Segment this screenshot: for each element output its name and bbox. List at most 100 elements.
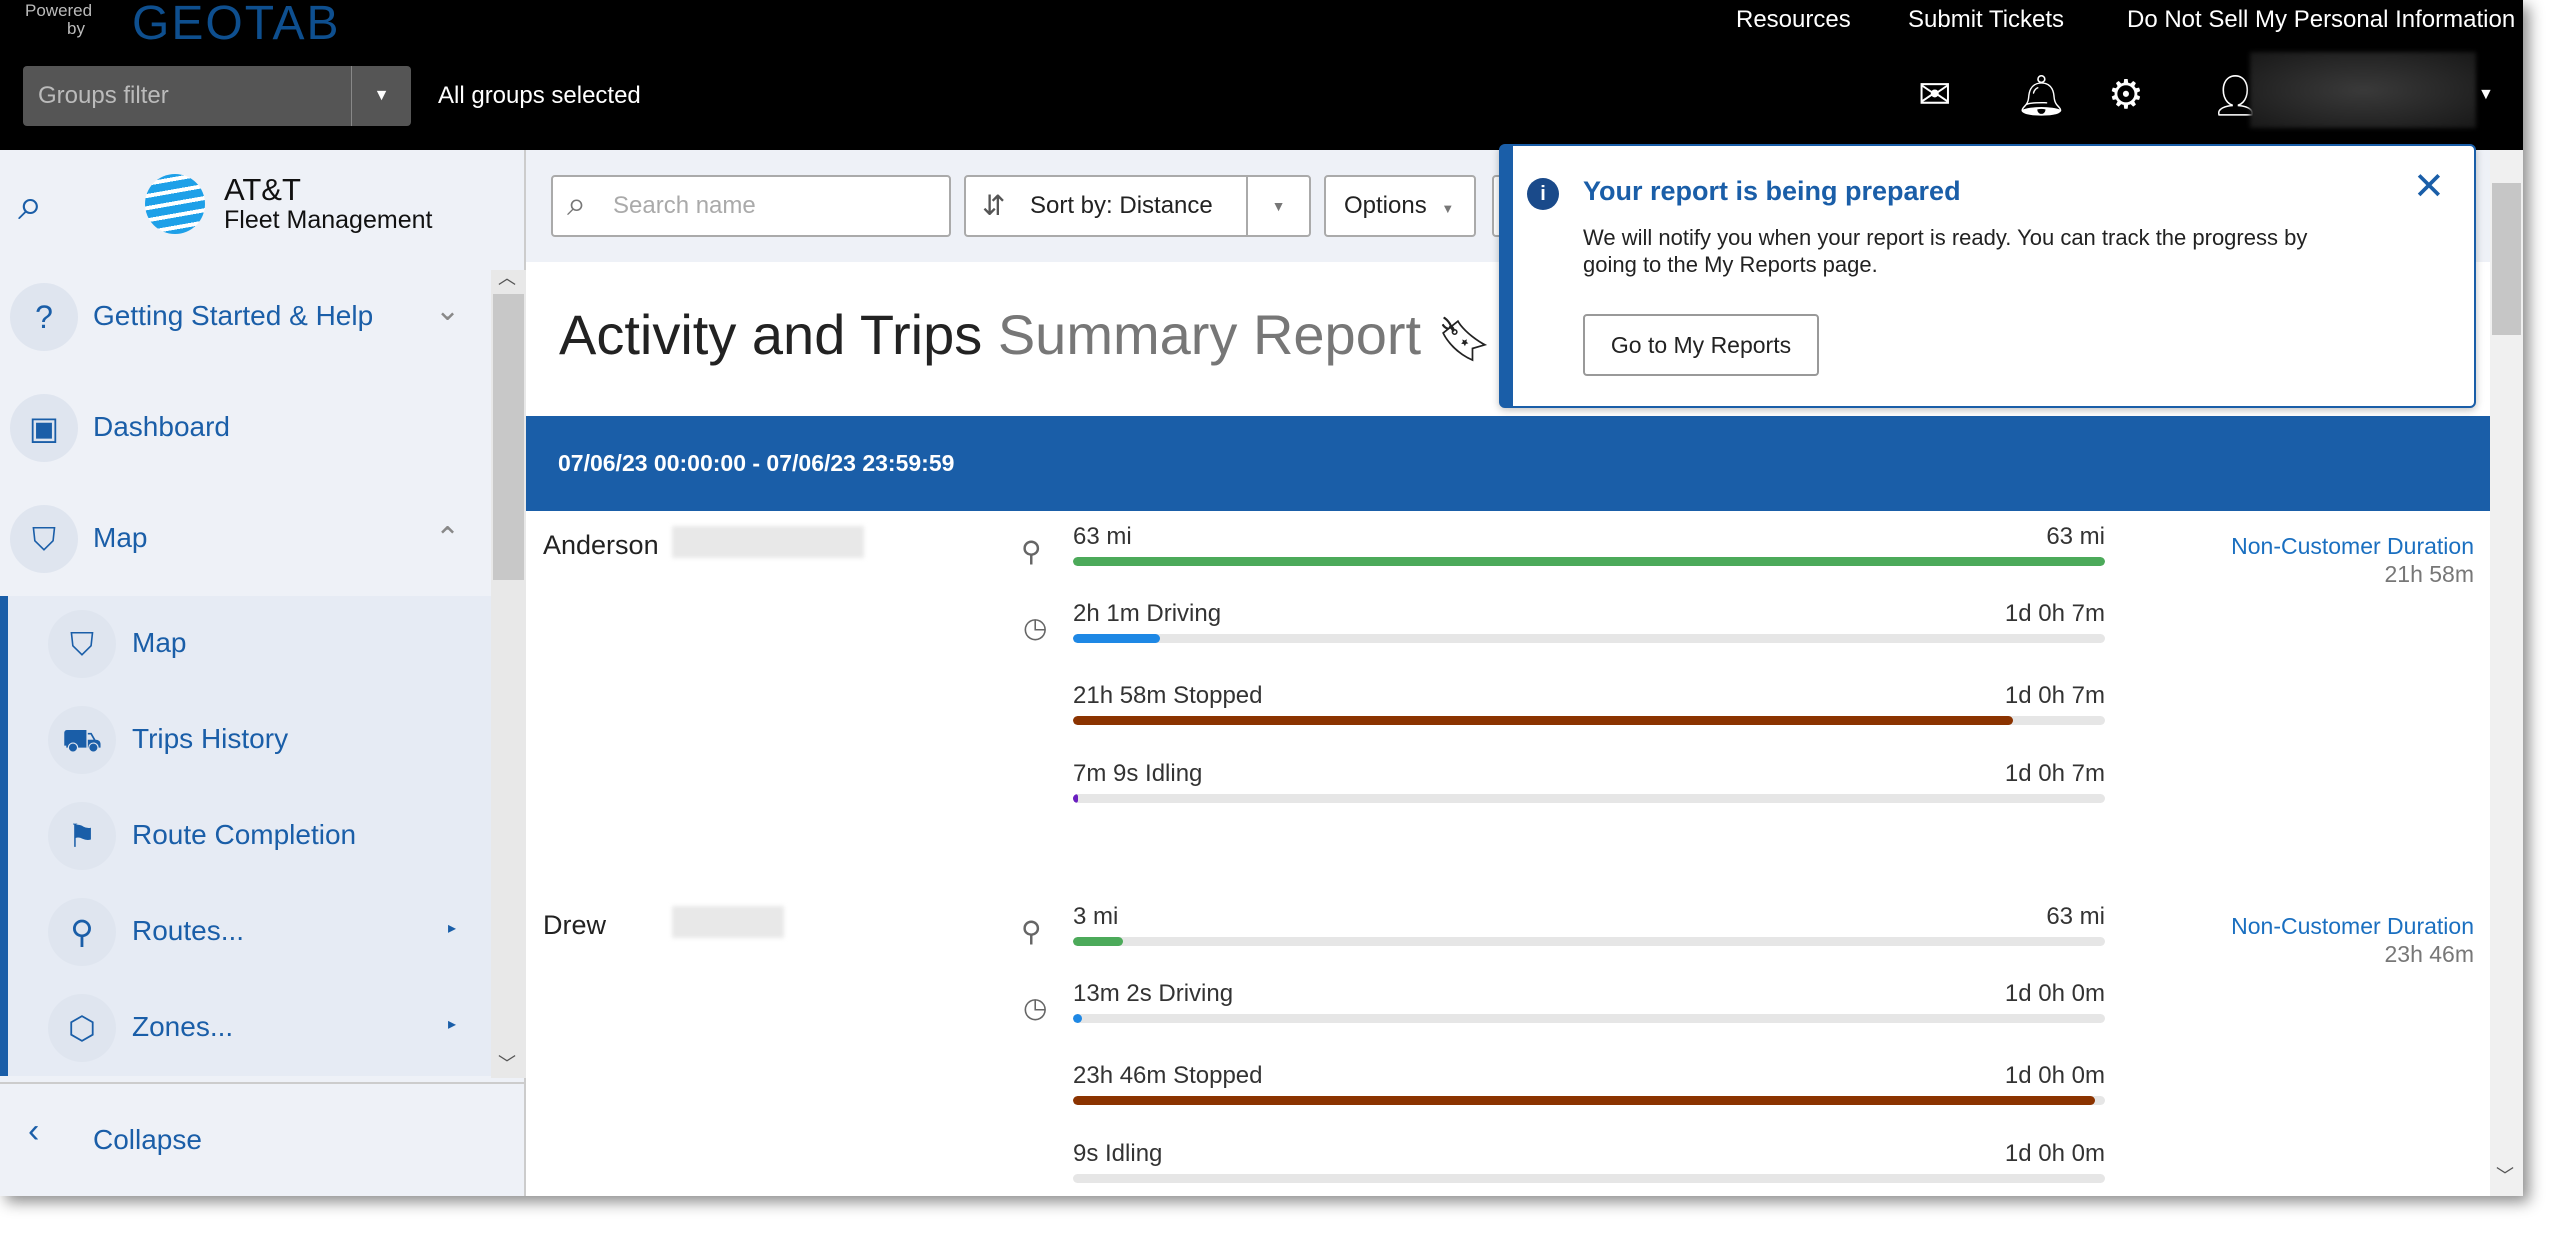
resources-link[interactable]: Resources xyxy=(1736,6,1851,34)
app-window: Powered by GEOTAB Resources Submit Ticke… xyxy=(0,0,2523,1196)
go-to-my-reports-button[interactable]: Go to My Reports xyxy=(1583,314,1819,376)
sidebar-subitem-routes[interactable]: ⚲ Routes... ▸ xyxy=(48,898,478,966)
scroll-down-icon[interactable]: ﹀ xyxy=(498,1050,516,1076)
metric-bar-track xyxy=(1073,634,2105,643)
metric-label: 9s Idling xyxy=(1073,1140,1163,1167)
metric-label: 3 mi xyxy=(1073,903,1119,930)
date-range-banner: 07/06/23 00:00:00 - 07/06/23 23:59:59 xyxy=(526,416,2490,511)
search-icon[interactable]: ⌕ xyxy=(18,180,43,230)
chevron-right-icon: ▸ xyxy=(448,1016,457,1033)
sidebar-item-map[interactable]: ⛉ Map ⌃ xyxy=(10,505,480,573)
sidebar-item-label: Dashboard xyxy=(93,411,230,442)
metric-bar-track xyxy=(1073,937,2105,946)
driver-name: Drew xyxy=(543,910,607,940)
sidebar-item-label: Getting Started & Help xyxy=(93,300,374,331)
driver-name-redacted xyxy=(672,906,784,938)
main-scroll-thumb[interactable] xyxy=(2492,183,2521,335)
metric-bar-fill xyxy=(1073,1014,1083,1023)
clock-icon: ◷ xyxy=(1023,612,1048,643)
geotab-logo: GEOTAB xyxy=(132,0,341,50)
metric-max: 1d 0h 7m xyxy=(2004,600,2105,627)
scroll-up-icon[interactable]: ︿ xyxy=(498,264,516,290)
non-customer-duration-link[interactable]: Non-Customer Duration xyxy=(2074,913,2474,940)
metric-label: 7m 9s Idling xyxy=(1073,760,1203,787)
bookmark-icon[interactable]: 🔖︎ xyxy=(1437,315,1493,364)
sidebar-subitem-map[interactable]: ⛉ Map xyxy=(48,610,478,678)
logo-line1: AT&T xyxy=(224,172,301,207)
metric-label: 21h 58m Stopped xyxy=(1073,682,1263,709)
metric-label: 2h 1m Driving xyxy=(1073,600,1222,627)
sidebar-item-dashboard[interactable]: ▣ Dashboard xyxy=(10,394,480,462)
sidebar-subitem-zones[interactable]: ⬡ Zones... ▸ xyxy=(48,994,478,1062)
metric-max: 1d 0h 0m xyxy=(2004,1140,2105,1167)
sidebar-item-label: Map xyxy=(132,627,187,658)
metric-bar-track xyxy=(1073,1174,2105,1183)
routes-icon: ⚲ xyxy=(48,898,116,966)
metric-max: 1d 0h 7m xyxy=(2004,760,2105,787)
gear-icon[interactable]: ⚙ xyxy=(2108,72,2144,118)
submit-tickets-link[interactable]: Submit Tickets xyxy=(1908,6,2064,34)
map-icon: ⛉ xyxy=(48,610,116,678)
sidebar-subitem-trips-history[interactable]: ⛟ Trips History xyxy=(48,706,478,774)
dashboard-icon: ▣ xyxy=(10,394,78,462)
mail-icon[interactable]: ✉ xyxy=(1918,72,1952,118)
metric-bar-fill xyxy=(1073,634,1160,643)
map-submenu: ⛉ Map ⛟ Trips History ⚑ Route Completion… xyxy=(0,596,491,1076)
sidebar: ⌕ AT&T Fleet Management ? Getting Starte… xyxy=(0,150,526,1196)
options-button[interactable]: Options ▼ xyxy=(1324,175,1476,237)
sidebar-subitem-route-completion[interactable]: ⚑ Route Completion xyxy=(48,802,478,870)
groups-filter-placeholder: Groups filter xyxy=(38,82,169,109)
metric-bar-track xyxy=(1073,1014,2105,1023)
sidebar-scroll-thumb[interactable] xyxy=(493,294,524,580)
user-menu-chevron-icon[interactable]: ▼ xyxy=(2478,86,2494,104)
top-bar: Powered by GEOTAB Resources Submit Ticke… xyxy=(0,0,2523,150)
scroll-down-icon[interactable]: ﹀ xyxy=(2496,1162,2514,1188)
chevron-down-icon: ▼ xyxy=(1441,201,1455,216)
metric-max: 63 mi xyxy=(2046,523,2105,550)
driver-name-redacted xyxy=(672,526,864,558)
sort-value: Distance xyxy=(1119,192,1213,219)
do-not-sell-link[interactable]: Do Not Sell My Personal Information xyxy=(2127,6,2515,34)
user-name-redacted[interactable] xyxy=(2250,52,2476,128)
help-icon: ? xyxy=(10,283,78,351)
metric-max: 1d 0h 0m xyxy=(2004,980,2105,1007)
metric-bar-track xyxy=(1073,1096,2105,1105)
title-main: Activity and Trips xyxy=(559,303,983,366)
chevron-down-icon[interactable]: ▼ xyxy=(1246,177,1309,235)
non-customer-duration-link[interactable]: Non-Customer Duration xyxy=(2074,533,2474,560)
sidebar-item-label: Route Completion xyxy=(132,819,357,850)
non-customer-duration-value: 23h 46m xyxy=(2384,941,2474,967)
collapse-label: Collapse xyxy=(93,1124,202,1155)
groups-status: All groups selected xyxy=(438,82,641,109)
close-icon[interactable]: ✕ xyxy=(2413,164,2445,209)
metric-max: 1d 0h 0m xyxy=(2004,1062,2105,1089)
chevron-right-icon: ▸ xyxy=(448,920,457,937)
chevron-down-icon: ⌄ xyxy=(435,294,461,327)
sidebar-item-label: Routes... xyxy=(132,915,245,946)
map-icon: ⛉ xyxy=(10,505,78,573)
search-input[interactable]: ⌕ Search name xyxy=(551,175,951,237)
chevron-up-icon: ⌃ xyxy=(435,522,461,555)
report-notification: i Your report is being prepared We will … xyxy=(1499,144,2476,408)
att-globe-logo xyxy=(145,174,205,234)
sort-dropdown[interactable]: ⇵ Sort by: Distance ▼ xyxy=(964,175,1311,237)
groups-filter[interactable]: Groups filter ▼ xyxy=(23,66,411,126)
collapse-button[interactable]: ‹ Collapse xyxy=(0,1082,524,1196)
clock-icon: ◷ xyxy=(1023,992,1048,1023)
sidebar-item-getting-started[interactable]: ? Getting Started & Help ⌄ xyxy=(10,283,480,351)
metric-bar-fill xyxy=(1073,794,1079,803)
title-sub: Summary Report xyxy=(997,303,1422,366)
sidebar-item-label: Map xyxy=(93,522,148,553)
trips-icon: ⛟ xyxy=(48,706,116,774)
search-icon: ⌕ xyxy=(567,185,587,223)
metric-max: 1d 0h 7m xyxy=(2004,682,2105,709)
sort-icon: ⇵ xyxy=(982,190,1006,221)
powered-by-label: Powered by xyxy=(25,1,93,38)
metric-bar-track xyxy=(1073,716,2105,725)
chevron-down-icon[interactable]: ▼ xyxy=(351,66,411,126)
bell-icon[interactable]: 🔔︎ xyxy=(2016,72,2067,119)
route-icon: ⚲ xyxy=(1021,916,1042,947)
sort-label: Sort by: xyxy=(1030,192,1113,219)
metric-bar-fill xyxy=(1073,557,2105,566)
page-title: Activity and Trips Summary Report 🔖︎ xyxy=(559,302,1492,367)
